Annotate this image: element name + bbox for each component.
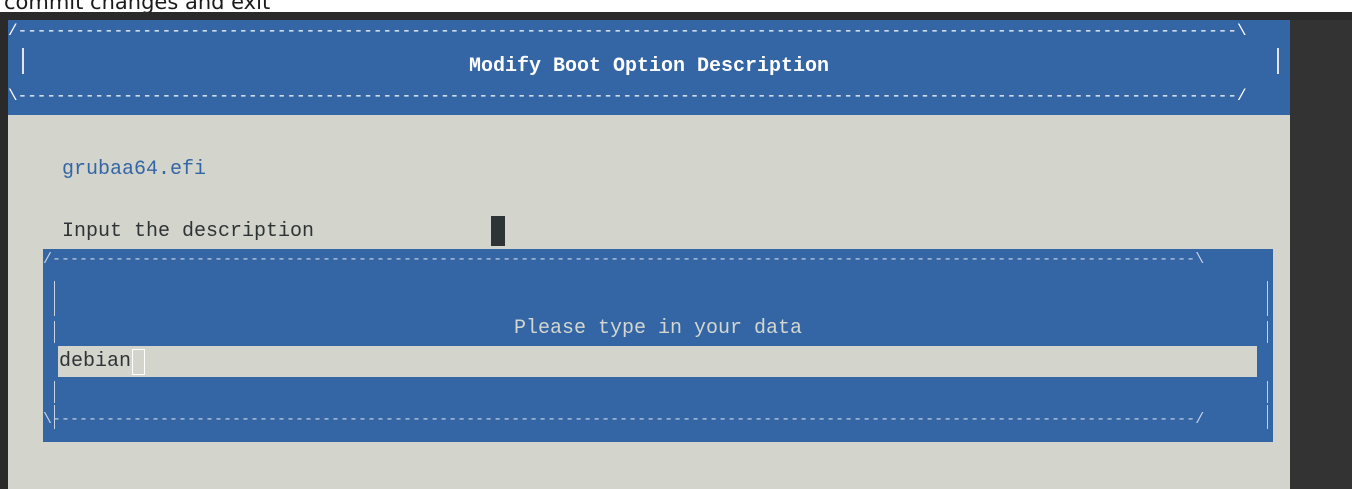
dialog-right-bar-upper <box>1267 281 1268 316</box>
dialog-right-bar-lower <box>1267 381 1268 403</box>
boot-file-name: grubaa64.efi <box>62 158 207 181</box>
description-input[interactable]: debian <box>58 346 1257 377</box>
header-top-border: /---------------------------------------… <box>8 22 1247 40</box>
dialog-left-bar-lower <box>54 381 55 403</box>
description-input-value[interactable]: debian <box>59 350 131 373</box>
description-prompt-label: Input the description <box>62 220 315 243</box>
terminal-screen: /---------------------------------------… <box>8 20 1290 489</box>
text-caret <box>132 348 146 375</box>
dialog-left-bar-upper <box>54 281 55 316</box>
header-bottom-border: \---------------------------------------… <box>8 87 1247 105</box>
terminal-window: /---------------------------------------… <box>0 12 1352 489</box>
input-dialog: /---------------------------------------… <box>43 249 1273 442</box>
terminal-cursor <box>491 216 505 246</box>
dialog-title: Please type in your data <box>513 317 803 340</box>
terminal-scrollbar[interactable] <box>1290 20 1352 489</box>
header-bar: /---------------------------------------… <box>8 20 1290 115</box>
page-title: Modify Boot Option Description <box>468 55 830 78</box>
dialog-top-border: /---------------------------------------… <box>43 251 1205 268</box>
dialog-bottom-border: \---------------------------------------… <box>43 411 1205 428</box>
